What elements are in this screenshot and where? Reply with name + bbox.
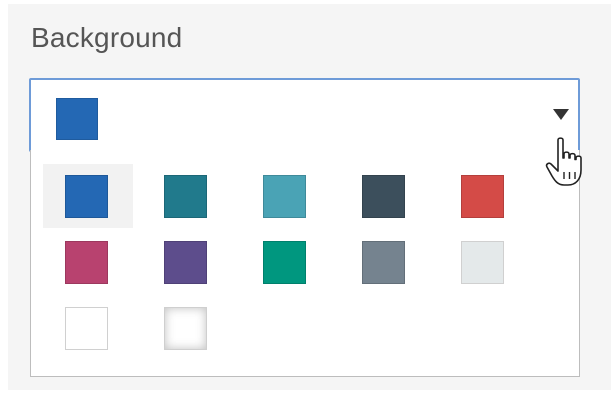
color-swatch bbox=[362, 175, 405, 218]
color-option[interactable] bbox=[142, 164, 232, 228]
color-option[interactable] bbox=[340, 164, 430, 228]
color-swatch bbox=[164, 241, 207, 284]
color-option[interactable] bbox=[439, 230, 529, 294]
color-option[interactable] bbox=[439, 164, 529, 228]
color-swatch bbox=[65, 175, 108, 218]
dropdown-caret-icon[interactable] bbox=[553, 109, 569, 120]
color-swatch bbox=[461, 241, 504, 284]
color-option[interactable] bbox=[43, 230, 133, 294]
color-option[interactable] bbox=[241, 164, 331, 228]
color-palette-dropdown bbox=[30, 150, 580, 377]
color-swatch bbox=[362, 241, 405, 284]
color-swatch bbox=[164, 307, 207, 350]
color-swatch bbox=[263, 175, 306, 218]
color-option[interactable] bbox=[142, 296, 232, 360]
color-option[interactable] bbox=[43, 296, 133, 360]
background-color-select[interactable] bbox=[29, 78, 580, 152]
color-swatch bbox=[263, 241, 306, 284]
color-option[interactable] bbox=[142, 230, 232, 294]
color-swatch bbox=[164, 175, 207, 218]
color-swatch bbox=[65, 307, 108, 350]
background-label: Background bbox=[31, 22, 183, 53]
color-option[interactable] bbox=[241, 230, 331, 294]
color-option[interactable] bbox=[43, 164, 133, 228]
color-option[interactable] bbox=[340, 230, 430, 294]
color-swatch bbox=[461, 175, 504, 218]
selected-color-swatch bbox=[56, 98, 98, 140]
color-swatch bbox=[65, 241, 108, 284]
